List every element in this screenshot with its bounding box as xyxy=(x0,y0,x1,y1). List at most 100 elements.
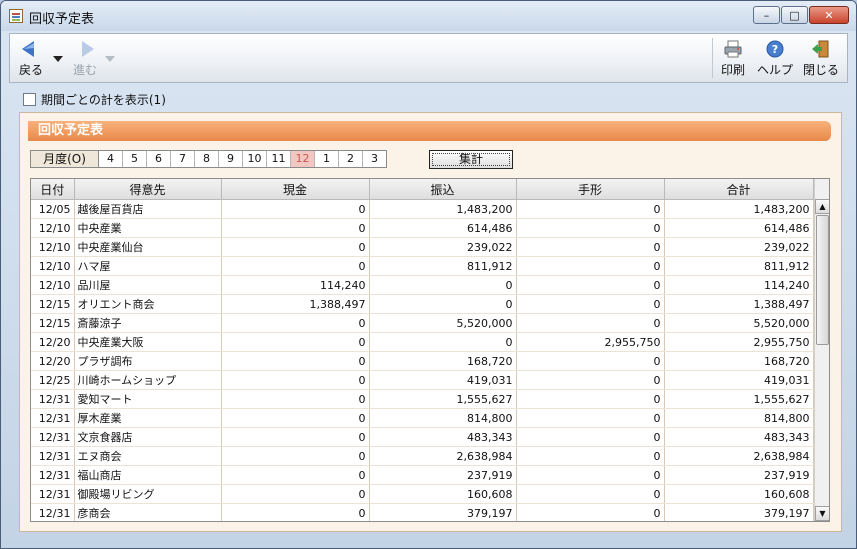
close-window-button[interactable]: ✕ xyxy=(809,6,849,24)
forward-button[interactable]: 進む xyxy=(70,37,100,81)
cell-total: 483,343 xyxy=(664,427,814,447)
cell-transfer: 160,608 xyxy=(369,484,517,504)
table-row[interactable]: 12/31 御殿場リビング 0 160,608 0 160,608 xyxy=(31,484,814,504)
cell-customer: 中央産業仙台 xyxy=(74,237,222,257)
cell-cash: 0 xyxy=(221,199,370,219)
month-tab[interactable]: 4 xyxy=(99,151,123,167)
cell-total: 614,486 xyxy=(664,218,814,238)
cell-date: 12/20 xyxy=(31,332,75,352)
cell-total: 379,197 xyxy=(664,503,814,521)
aggregate-button[interactable]: 集計 xyxy=(429,150,513,169)
collection-data-table: 日付 得意先 現金 振込 手形 合計 12/05 越後屋百貨店 0 1,483,200… xyxy=(31,179,814,521)
cell-customer: 中央産業 xyxy=(74,218,222,238)
report-window: 回収予定表 – □ ✕ 戻る 進む 印刷 ? ヘルプ 閉じる 期間ごとの計を表示… xyxy=(0,0,857,549)
cell-cash: 0 xyxy=(221,484,370,504)
cell-customer: 中央産業大阪 xyxy=(74,332,222,352)
title-bar[interactable]: 回収予定表 – □ ✕ xyxy=(1,1,856,31)
table-row[interactable]: 12/31 彦商会 0 379,197 0 379,197 xyxy=(31,503,814,521)
cell-cash: 0 xyxy=(221,313,370,333)
cell-cash: 0 xyxy=(221,503,370,521)
month-tab[interactable]: 3 xyxy=(363,151,386,167)
month-tab[interactable]: 1 xyxy=(315,151,339,167)
show-period-totals-checkbox[interactable] xyxy=(23,93,36,106)
column-header-transfer[interactable]: 振込 xyxy=(369,179,517,200)
back-button[interactable]: 戻る xyxy=(16,37,46,81)
column-header-cash[interactable]: 現金 xyxy=(221,179,370,200)
table-row[interactable]: 12/31 エヌ商会 0 2,638,984 0 2,638,984 xyxy=(31,446,814,466)
vertical-scrollbar[interactable]: ▲ ▼ xyxy=(814,179,829,521)
table-row[interactable]: 12/31 福山商店 0 237,919 0 237,919 xyxy=(31,465,814,485)
table-row[interactable]: 12/10 中央産業 0 614,486 0 614,486 xyxy=(31,218,814,238)
cell-bill: 0 xyxy=(516,446,665,466)
month-tab[interactable]: 7 xyxy=(171,151,195,167)
show-period-totals-option[interactable]: 期間ごとの計を表示(1) xyxy=(23,91,166,108)
help-button[interactable]: ? ヘルプ xyxy=(755,37,795,81)
arrow-left-icon xyxy=(22,41,34,57)
cell-transfer: 2,638,984 xyxy=(369,446,517,466)
cell-date: 12/10 xyxy=(31,218,75,238)
cell-customer: 厚木産業 xyxy=(74,408,222,428)
month-tab[interactable]: 6 xyxy=(147,151,171,167)
close-icon: ✕ xyxy=(824,8,834,22)
cell-bill: 0 xyxy=(516,351,665,371)
cell-customer: 御殿場リビング xyxy=(74,484,222,504)
cell-cash: 0 xyxy=(221,218,370,238)
maximize-icon: □ xyxy=(789,8,800,22)
forward-dropdown-icon[interactable] xyxy=(105,56,115,62)
print-label: 印刷 xyxy=(720,63,745,77)
cell-transfer: 811,912 xyxy=(369,256,517,276)
table-row[interactable]: 12/31 文京食器店 0 483,343 0 483,343 xyxy=(31,427,814,447)
window-title: 回収予定表 xyxy=(29,12,95,27)
table-row[interactable]: 12/31 厚木産業 0 814,800 0 814,800 xyxy=(31,408,814,428)
table-row[interactable]: 12/05 越後屋百貨店 0 1,483,200 0 1,483,200 xyxy=(31,199,814,219)
table-row[interactable]: 12/10 ハマ屋 0 811,912 0 811,912 xyxy=(31,256,814,276)
column-header-bill[interactable]: 手形 xyxy=(516,179,665,200)
scroll-up-button[interactable]: ▲ xyxy=(815,199,829,214)
cell-total: 2,955,750 xyxy=(664,332,814,352)
cell-date: 12/31 xyxy=(31,503,75,521)
forward-label: 進む xyxy=(72,63,97,77)
print-button[interactable]: 印刷 xyxy=(716,37,750,81)
minimize-button[interactable]: – xyxy=(753,6,780,24)
table-row[interactable]: 12/20 中央産業大阪 0 0 2,955,750 2,955,750 xyxy=(31,332,814,352)
close-label: 閉じる xyxy=(802,63,839,77)
close-button[interactable]: 閉じる xyxy=(800,37,842,81)
cell-customer: 福山商店 xyxy=(74,465,222,485)
column-header-total[interactable]: 合計 xyxy=(664,179,814,200)
cell-cash: 0 xyxy=(221,351,370,371)
table-row[interactable]: 12/10 品川屋 114,240 0 0 114,240 xyxy=(31,275,814,295)
table-row[interactable]: 12/10 中央産業仙台 0 239,022 0 239,022 xyxy=(31,237,814,257)
cell-total: 5,520,000 xyxy=(664,313,814,333)
table-row[interactable]: 12/20 プラザ調布 0 168,720 0 168,720 xyxy=(31,351,814,371)
cell-total: 419,031 xyxy=(664,370,814,390)
cell-transfer: 614,486 xyxy=(369,218,517,238)
triangle-up-icon: ▲ xyxy=(819,202,826,211)
scroll-down-button[interactable]: ▼ xyxy=(815,506,829,521)
cell-cash: 0 xyxy=(221,389,370,409)
maximize-button[interactable]: □ xyxy=(781,6,808,24)
month-tab[interactable]: 9 xyxy=(219,151,243,167)
month-tab[interactable]: 11 xyxy=(267,151,291,167)
month-tab[interactable]: 10 xyxy=(243,151,267,167)
column-header-date[interactable]: 日付 xyxy=(31,179,75,200)
table-row[interactable]: 12/15 オリエント商会 1,388,497 0 0 1,388,497 xyxy=(31,294,814,314)
back-dropdown-icon[interactable] xyxy=(53,56,63,62)
table-row[interactable]: 12/15 斎藤涼子 0 5,520,000 0 5,520,000 xyxy=(31,313,814,333)
month-tab-selected[interactable]: 12 xyxy=(291,151,315,167)
table-row[interactable]: 12/25 川崎ホームショップ 0 419,031 0 419,031 xyxy=(31,370,814,390)
column-header-customer[interactable]: 得意先 xyxy=(74,179,222,200)
month-tab[interactable]: 5 xyxy=(123,151,147,167)
cell-cash: 114,240 xyxy=(221,275,370,295)
cell-total: 811,912 xyxy=(664,256,814,276)
cell-bill: 0 xyxy=(516,408,665,428)
month-tab[interactable]: 8 xyxy=(195,151,219,167)
table-header-row: 日付 得意先 現金 振込 手形 合計 xyxy=(31,179,814,200)
scrollbar-thumb[interactable] xyxy=(816,215,829,345)
cell-transfer: 379,197 xyxy=(369,503,517,521)
cell-bill: 0 xyxy=(516,275,665,295)
show-period-totals-label: 期間ごとの計を表示(1) xyxy=(41,93,166,107)
cell-bill: 0 xyxy=(516,427,665,447)
table-row[interactable]: 12/31 愛知マート 0 1,555,627 0 1,555,627 xyxy=(31,389,814,409)
help-icon: ? xyxy=(766,40,784,58)
month-tab[interactable]: 2 xyxy=(339,151,363,167)
